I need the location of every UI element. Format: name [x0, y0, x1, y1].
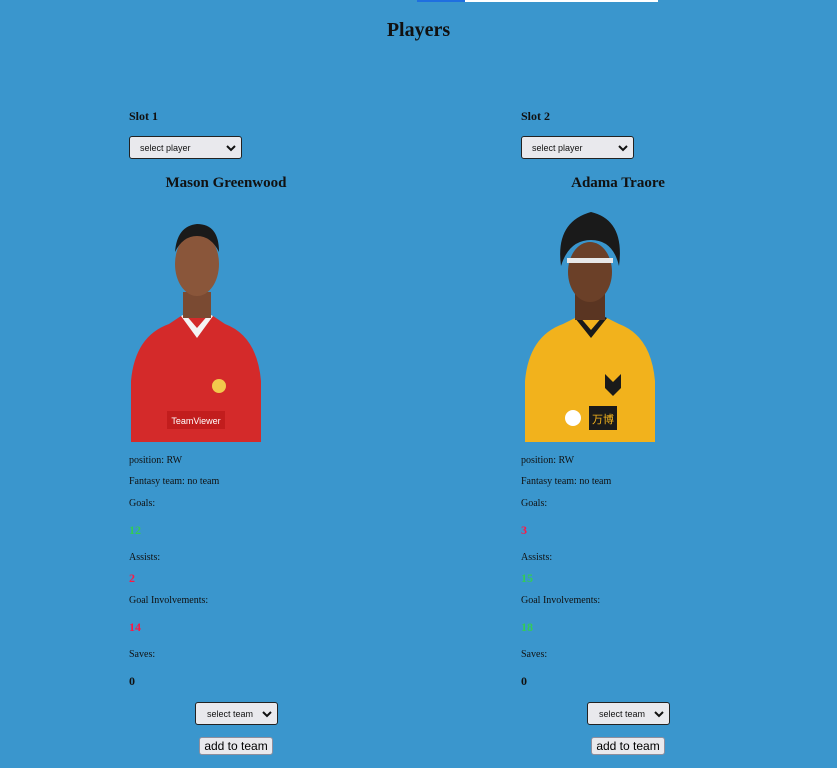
player-name: Mason Greenwood [165, 175, 287, 191]
svg-text:万博: 万博 [592, 413, 614, 426]
goals-value: 12 [129, 523, 141, 537]
goal-involvements-value: 14 [129, 620, 141, 634]
chevron-down-icon [226, 145, 236, 152]
add-to-team-button[interactable]: add to team [199, 737, 273, 755]
goal-involvements-label: Goal Involvements: [129, 595, 209, 606]
select-team-value: select team [599, 708, 646, 719]
goals-label: Goals: [129, 498, 156, 509]
goal-involvements-value: 18 [521, 620, 533, 634]
saves-label: Saves: [521, 649, 548, 660]
top-search-field[interactable] [465, 0, 658, 2]
page-title: Players [386, 19, 451, 41]
saves-value: 0 [129, 674, 135, 688]
chevron-down-icon [654, 711, 664, 718]
player-fantasy-team: Fantasy team: no team [129, 476, 220, 487]
goals-value: 3 [521, 523, 527, 537]
select-player-value: select player [140, 142, 191, 153]
player-photo: 万博 [525, 212, 655, 442]
slot-label: Slot 2 [521, 109, 551, 123]
saves-value: 0 [521, 674, 527, 688]
assists-value: 2 [129, 571, 135, 585]
player-position: position: RW [521, 455, 575, 466]
top-nav-accent [417, 0, 465, 2]
svg-text:TeamViewer: TeamViewer [171, 416, 220, 426]
saves-label: Saves: [129, 649, 156, 660]
slot-label: Slot 1 [129, 109, 159, 123]
player-name: Adama Traore [571, 175, 665, 191]
chevron-down-icon [262, 711, 272, 718]
select-player-dropdown[interactable]: select player [521, 136, 634, 159]
select-player-dropdown[interactable]: select player [129, 136, 242, 159]
goal-involvements-label: Goal Involvements: [521, 595, 601, 606]
select-team-value: select team [207, 708, 254, 719]
player-fantasy-team: Fantasy team: no team [521, 476, 612, 487]
goals-label: Goals: [521, 498, 548, 509]
assists-value: 15 [521, 571, 533, 585]
select-player-value: select player [532, 142, 583, 153]
player-photo: TeamViewer [131, 224, 261, 442]
player-position: position: RW [129, 455, 183, 466]
add-to-team-button[interactable]: add to team [591, 737, 665, 755]
chevron-down-icon [618, 145, 628, 152]
select-team-dropdown[interactable]: select team [195, 702, 278, 725]
select-team-dropdown[interactable]: select team [587, 702, 670, 725]
assists-label: Assists: [521, 552, 553, 563]
assists-label: Assists: [129, 552, 161, 563]
